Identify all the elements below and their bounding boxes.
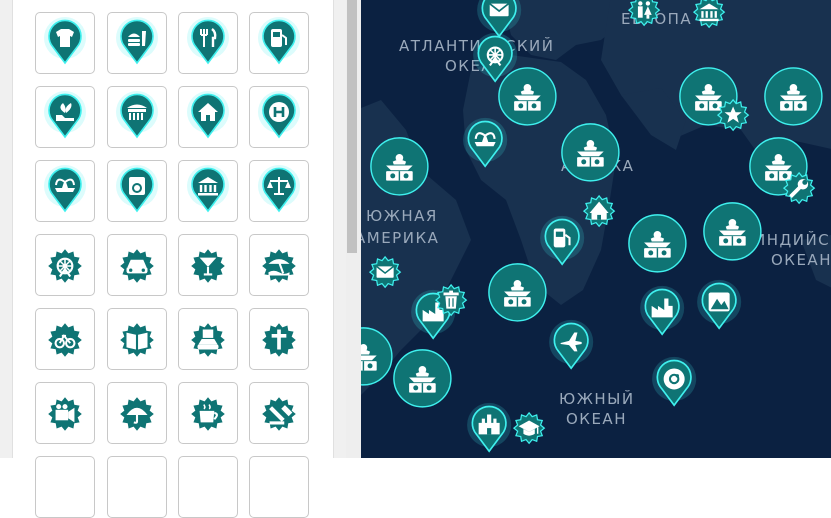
icon-tile[interactable] (249, 382, 309, 444)
label-southern-line2: ОКЕАН (566, 410, 627, 428)
icon-tile[interactable] (178, 12, 238, 74)
label-southern-line1: ЮЖНЫЙ (559, 390, 635, 408)
icon-tile[interactable] (249, 86, 309, 148)
scrollbar-thumb[interactable] (347, 0, 357, 253)
label-south-america-line1: ЮЖНАЯ (366, 207, 438, 225)
icon-tile[interactable] (35, 382, 95, 444)
icon-tile[interactable] (249, 12, 309, 74)
icon-tile[interactable] (35, 12, 95, 74)
icon-tile[interactable] (178, 382, 238, 444)
map-marker-mountain[interactable] (695, 279, 743, 339)
map-marker-toilets[interactable] (627, 0, 661, 27)
map-marker-dj[interactable] (627, 213, 688, 274)
icon-tile[interactable] (249, 160, 309, 222)
map-marker-dj[interactable] (497, 66, 558, 127)
mail-icon (489, 3, 509, 17)
map-marker-dj[interactable] (369, 136, 430, 197)
map-view[interactable]: АТЛАНТИЧЕСКИЙ ОКЕАН ЕВРОПА АФРИКА ЮЖНАЯ … (361, 0, 831, 458)
laundry-icon (129, 177, 145, 195)
map-marker-circus[interactable] (582, 194, 616, 228)
map-marker-star[interactable] (716, 98, 750, 132)
icon-tile[interactable] (107, 382, 167, 444)
map-marker-airport[interactable] (547, 319, 595, 379)
music-icon (663, 368, 685, 390)
icon-tile[interactable] (107, 86, 167, 148)
panel-scrollbar[interactable] (346, 0, 361, 458)
icon-tile[interactable] (249, 234, 309, 296)
map-marker-castle[interactable] (465, 402, 513, 458)
map-marker-museum[interactable] (692, 0, 726, 29)
map-marker-dj[interactable] (361, 326, 393, 387)
label-indian-line1: ИНДИЙСКИЙ (754, 231, 831, 249)
label-indian-line2: ОКЕАН (771, 251, 831, 269)
icon-tile[interactable] (107, 160, 167, 222)
icon-tile[interactable] (35, 86, 95, 148)
label-south-america-line2: АМЕРИКА (361, 229, 440, 247)
icon-tile[interactable] (178, 160, 238, 222)
icon-tile[interactable] (35, 308, 95, 370)
icon-tile[interactable] (107, 456, 167, 518)
icon-gallery-panel (0, 0, 346, 518)
icon-tile[interactable] (249, 308, 309, 370)
icon-tile[interactable] (178, 234, 238, 296)
icon-tile[interactable] (35, 456, 95, 518)
map-marker-wrench[interactable] (782, 171, 816, 205)
hospital-icon (269, 102, 289, 122)
icon-tile[interactable] (107, 308, 167, 370)
icon-tile[interactable] (107, 12, 167, 74)
map-marker-mail[interactable] (368, 255, 402, 289)
icon-tile[interactable] (178, 308, 238, 370)
map-marker-dj[interactable] (392, 348, 453, 409)
mail-icon (375, 265, 395, 278)
icon-tile[interactable] (35, 160, 95, 222)
map-marker-dj[interactable] (763, 66, 824, 127)
map-marker-fountain[interactable] (461, 117, 509, 177)
map-marker-dj[interactable] (487, 262, 548, 323)
map-marker-music[interactable] (650, 356, 698, 416)
icon-tile[interactable] (178, 456, 238, 518)
icon-tile[interactable] (107, 234, 167, 296)
icon-tile[interactable] (35, 234, 95, 296)
map-marker-trash[interactable] (434, 283, 468, 317)
icon-gallery-grid (12, 0, 334, 518)
map-marker-dj[interactable] (702, 201, 763, 262)
mountain-icon (708, 292, 730, 312)
map-marker-dj[interactable] (560, 122, 621, 183)
map-marker-graduation-cap[interactable] (512, 411, 546, 445)
map-marker-factory[interactable] (638, 285, 686, 345)
icon-tile[interactable] (178, 86, 238, 148)
icon-tile[interactable] (249, 456, 309, 518)
